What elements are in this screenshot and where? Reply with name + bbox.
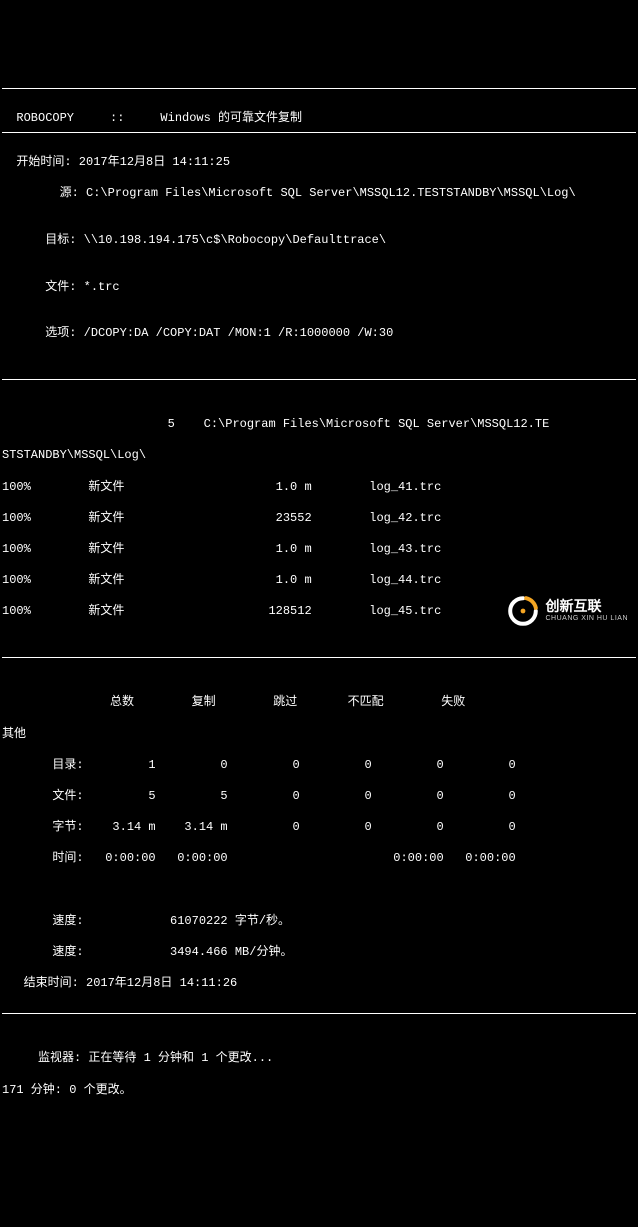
file-row: 100% 新文件 23552 log_42.trc [2, 511, 636, 527]
path-value: C:\Program Files\Microsoft SQL Server\MS… [175, 417, 549, 431]
start-time-value: 2017年12月8日 14:11:25 [72, 155, 230, 169]
file-row: 文件: *.trc [2, 280, 636, 296]
source-label: 源: [2, 186, 79, 200]
table-row: 字节: 3.14 m 3.14 m 0 0 0 0 [2, 820, 636, 836]
source-value: C:\Program Files\Microsoft SQL Server\MS… [79, 186, 576, 200]
path-continuation: STSTANDBY\MSSQL\Log\ [2, 448, 636, 464]
path-row: 5 C:\Program Files\Microsoft SQL Server\… [2, 417, 636, 433]
table-row: 文件: 5 5 0 0 0 0 [2, 789, 636, 805]
table-row: 时间: 0:00:00 0:00:00 0:00:00 0:00:00 [2, 851, 636, 867]
header-title: ROBOCOPY :: Windows 的可靠文件复制 [2, 111, 302, 125]
wait-row: 171 分钟: 0 个更改。 [2, 1083, 636, 1099]
logo-text: 创新互联 CHUANG XIN HU LIAN [545, 599, 628, 622]
divider [2, 657, 636, 658]
speed-row: 速度: 61070222 字节/秒。 [2, 914, 636, 930]
speed-row: 速度: 3494.466 MB/分钟。 [2, 945, 636, 961]
divider [2, 379, 636, 380]
end-time-row: 结束时间: 2017年12月8日 14:11:26 [2, 976, 636, 992]
target-row: 目标: \\10.198.194.175\c$\Robocopy\Default… [2, 233, 636, 249]
file-value: *.trc [76, 280, 119, 294]
monitor-row: 监视器: 正在等待 1 分钟和 1 个更改... [2, 1051, 636, 1067]
logo-icon [507, 595, 539, 627]
table-row: 目录: 1 0 0 0 0 0 [2, 758, 636, 774]
file-row: 100% 新文件 1.0 m log_44.trc [2, 573, 636, 589]
target-label: 目标: [2, 233, 76, 247]
target-value: \\10.198.194.175\c$\Robocopy\Defaulttrac… [76, 233, 386, 247]
file-row: 100% 新文件 1.0 m log_41.trc [2, 480, 636, 496]
path-count: 5 [2, 417, 175, 431]
option-row: 选项: /DCOPY:DA /COPY:DAT /MON:1 /R:100000… [2, 326, 636, 342]
file-label: 文件: [2, 280, 76, 294]
start-time-row: 开始时间: 2017年12月8日 14:11:25 [2, 155, 636, 171]
option-value: /DCOPY:DA /COPY:DAT /MON:1 /R:1000000 /W… [76, 326, 393, 340]
other-label: 其他 [2, 727, 636, 743]
watermark-logo: 创新互联 CHUANG XIN HU LIAN [507, 595, 628, 627]
terminal-output: ROBOCOPY :: Windows 的可靠文件复制 开始时间: 2017年1… [0, 62, 638, 1117]
source-row: 源: C:\Program Files\Microsoft SQL Server… [2, 186, 636, 202]
divider [2, 1013, 636, 1014]
logo-en-text: CHUANG XIN HU LIAN [545, 615, 628, 623]
option-label: 选项: [2, 326, 76, 340]
divider [2, 132, 636, 133]
divider [2, 88, 636, 89]
start-time-label: 开始时间: [2, 155, 72, 169]
file-row: 100% 新文件 1.0 m log_43.trc [2, 542, 636, 558]
logo-cn-text: 创新互联 [545, 599, 628, 614]
table-header: 总数 复制 跳过 不匹配 失败 [2, 695, 636, 711]
